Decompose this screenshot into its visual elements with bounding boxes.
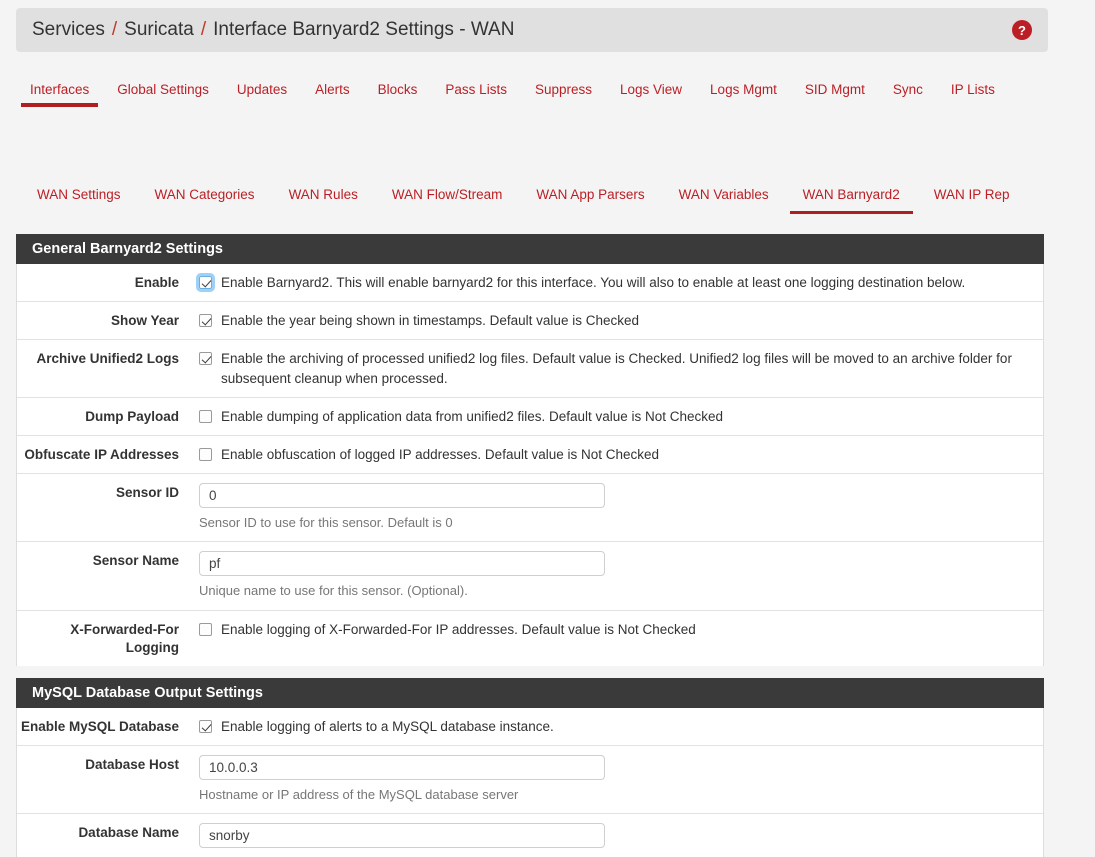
- label-x-forwarded-for-logging: X-Forwarded-For Logging: [17, 620, 189, 657]
- help-database-host: Hostname or IP address of the MySQL data…: [199, 780, 1029, 804]
- checkbox-obfuscate-ip-addresses[interactable]: [199, 448, 212, 461]
- control-enable: Enable Barnyard2. This will enable barny…: [189, 273, 1043, 292]
- form-row-database-name: Database Name: [17, 814, 1043, 857]
- settings-content: General Barnyard2 Settings Enable Enable…: [16, 234, 1044, 857]
- checkbox-label-archive-unified2-logs: Enable the archiving of processed unifie…: [212, 349, 1029, 387]
- checkbox-label-obfuscate-ip-addresses: Enable obfuscation of logged IP addresse…: [212, 445, 659, 464]
- sensor-name-input[interactable]: [199, 551, 605, 576]
- help-circle-icon[interactable]: ?: [1012, 20, 1032, 40]
- tab-updates[interactable]: Updates: [223, 74, 301, 107]
- checkbox-line-obfuscate-ip-addresses[interactable]: Enable obfuscation of logged IP addresse…: [199, 445, 1029, 464]
- secondary-tab-bar: WAN Settings WAN Categories WAN Rules WA…: [20, 180, 1048, 214]
- form-row-sensor-name: Sensor Name Unique name to use for this …: [17, 542, 1043, 610]
- form-row-enable-mysql-database: Enable MySQL Database Enable logging of …: [17, 708, 1043, 746]
- panel-body-mysql-output: Enable MySQL Database Enable logging of …: [16, 708, 1044, 857]
- panel-body-general-barnyard2: Enable Enable Barnyard2. This will enabl…: [16, 264, 1044, 666]
- primary-tab-bar: Interfaces Global Settings Updates Alert…: [16, 74, 1048, 107]
- breadcrumb-bar: Services / Suricata / Interface Barnyard…: [16, 8, 1048, 52]
- label-sensor-name: Sensor Name: [17, 551, 189, 570]
- subtab-wan-flow-stream[interactable]: WAN Flow/Stream: [375, 180, 520, 214]
- checkbox-archive-unified2-logs[interactable]: [199, 352, 212, 365]
- label-enable-mysql-database: Enable MySQL Database: [17, 717, 189, 736]
- checkbox-label-enable-mysql-database: Enable logging of alerts to a MySQL data…: [212, 717, 554, 736]
- help-sensor-id: Sensor ID to use for this sensor. Defaul…: [199, 508, 1029, 532]
- label-dump-payload: Dump Payload: [17, 407, 189, 426]
- tab-ip-lists[interactable]: IP Lists: [937, 74, 1009, 107]
- control-enable-mysql-database: Enable logging of alerts to a MySQL data…: [189, 717, 1043, 736]
- label-enable: Enable: [17, 273, 189, 292]
- form-row-show-year: Show Year Enable the year being shown in…: [17, 302, 1043, 340]
- control-x-forwarded-for-logging: Enable logging of X-Forwarded-For IP add…: [189, 620, 1043, 639]
- checkbox-line-enable-mysql-database[interactable]: Enable logging of alerts to a MySQL data…: [199, 717, 1029, 736]
- checkbox-line-enable[interactable]: Enable Barnyard2. This will enable barny…: [199, 273, 1029, 292]
- tab-logs-mgmt[interactable]: Logs Mgmt: [696, 74, 791, 107]
- tab-interfaces[interactable]: Interfaces: [16, 74, 103, 107]
- breadcrumb-separator: /: [201, 19, 206, 41]
- label-sensor-id: Sensor ID: [17, 483, 189, 502]
- subtab-wan-categories[interactable]: WAN Categories: [138, 180, 272, 214]
- database-name-input[interactable]: [199, 823, 605, 848]
- form-row-obfuscate-ip-addresses: Obfuscate IP Addresses Enable obfuscatio…: [17, 436, 1043, 474]
- checkbox-label-show-year: Enable the year being shown in timestamp…: [212, 311, 639, 330]
- subtab-wan-variables[interactable]: WAN Variables: [662, 180, 786, 214]
- subtab-wan-ip-rep[interactable]: WAN IP Rep: [917, 180, 1027, 214]
- subtab-wan-barnyard2[interactable]: WAN Barnyard2: [786, 180, 917, 214]
- checkbox-line-show-year[interactable]: Enable the year being shown in timestamp…: [199, 311, 1029, 330]
- checkbox-enable[interactable]: [199, 276, 212, 289]
- sensor-id-input[interactable]: [199, 483, 605, 508]
- label-obfuscate-ip-addresses: Obfuscate IP Addresses: [17, 445, 189, 464]
- tab-pass-lists[interactable]: Pass Lists: [431, 74, 521, 107]
- checkbox-label-x-forwarded-for-logging: Enable logging of X-Forwarded-For IP add…: [212, 620, 696, 639]
- control-obfuscate-ip-addresses: Enable obfuscation of logged IP addresse…: [189, 445, 1043, 464]
- checkbox-label-dump-payload: Enable dumping of application data from …: [212, 407, 723, 426]
- tab-global-settings[interactable]: Global Settings: [103, 74, 223, 107]
- form-row-database-host: Database Host Hostname or IP address of …: [17, 746, 1043, 814]
- breadcrumb-item-services[interactable]: Services: [32, 19, 105, 41]
- label-archive-unified2-logs: Archive Unified2 Logs: [17, 349, 189, 368]
- control-database-name: [189, 823, 1043, 848]
- form-row-dump-payload: Dump Payload Enable dumping of applicati…: [17, 398, 1043, 436]
- form-row-archive-unified2-logs: Archive Unified2 Logs Enable the archivi…: [17, 340, 1043, 397]
- control-sensor-name: Unique name to use for this sensor. (Opt…: [189, 551, 1043, 600]
- help-sensor-name: Unique name to use for this sensor. (Opt…: [199, 576, 1029, 600]
- checkbox-line-dump-payload[interactable]: Enable dumping of application data from …: [199, 407, 1029, 426]
- subtab-wan-app-parsers[interactable]: WAN App Parsers: [519, 180, 661, 214]
- control-database-host: Hostname or IP address of the MySQL data…: [189, 755, 1043, 804]
- breadcrumb-item-current: Interface Barnyard2 Settings - WAN: [213, 19, 514, 41]
- form-row-sensor-id: Sensor ID Sensor ID to use for this sens…: [17, 474, 1043, 542]
- tab-suppress[interactable]: Suppress: [521, 74, 606, 107]
- database-host-input[interactable]: [199, 755, 605, 780]
- tab-sid-mgmt[interactable]: SID Mgmt: [791, 74, 879, 107]
- checkbox-enable-mysql-database[interactable]: [199, 720, 212, 733]
- tab-blocks[interactable]: Blocks: [364, 74, 432, 107]
- control-dump-payload: Enable dumping of application data from …: [189, 407, 1043, 426]
- control-archive-unified2-logs: Enable the archiving of processed unifie…: [189, 349, 1043, 387]
- label-show-year: Show Year: [17, 311, 189, 330]
- label-database-host: Database Host: [17, 755, 189, 774]
- checkbox-x-forwarded-for-logging[interactable]: [199, 623, 212, 636]
- control-sensor-id: Sensor ID to use for this sensor. Defaul…: [189, 483, 1043, 532]
- checkbox-show-year[interactable]: [199, 314, 212, 327]
- form-row-x-forwarded-for-logging: X-Forwarded-For Logging Enable logging o…: [17, 611, 1043, 666]
- breadcrumb-separator: /: [112, 19, 117, 41]
- form-row-enable: Enable Enable Barnyard2. This will enabl…: [17, 264, 1043, 302]
- tab-logs-view[interactable]: Logs View: [606, 74, 696, 107]
- subtab-wan-rules[interactable]: WAN Rules: [272, 180, 375, 214]
- control-show-year: Enable the year being shown in timestamp…: [189, 311, 1043, 330]
- panel-header-mysql-output: MySQL Database Output Settings: [16, 678, 1044, 708]
- checkbox-line-x-forwarded-for-logging[interactable]: Enable logging of X-Forwarded-For IP add…: [199, 620, 1029, 639]
- subtab-wan-settings[interactable]: WAN Settings: [20, 180, 138, 214]
- panel-header-general-barnyard2: General Barnyard2 Settings: [16, 234, 1044, 264]
- label-database-name: Database Name: [17, 823, 189, 842]
- checkbox-dump-payload[interactable]: [199, 410, 212, 423]
- checkbox-line-archive-unified2-logs[interactable]: Enable the archiving of processed unifie…: [199, 349, 1029, 387]
- breadcrumb: Services / Suricata / Interface Barnyard…: [32, 19, 514, 41]
- breadcrumb-item-suricata[interactable]: Suricata: [124, 19, 194, 41]
- tab-alerts[interactable]: Alerts: [301, 74, 364, 107]
- tab-sync[interactable]: Sync: [879, 74, 937, 107]
- checkbox-label-enable: Enable Barnyard2. This will enable barny…: [212, 273, 965, 292]
